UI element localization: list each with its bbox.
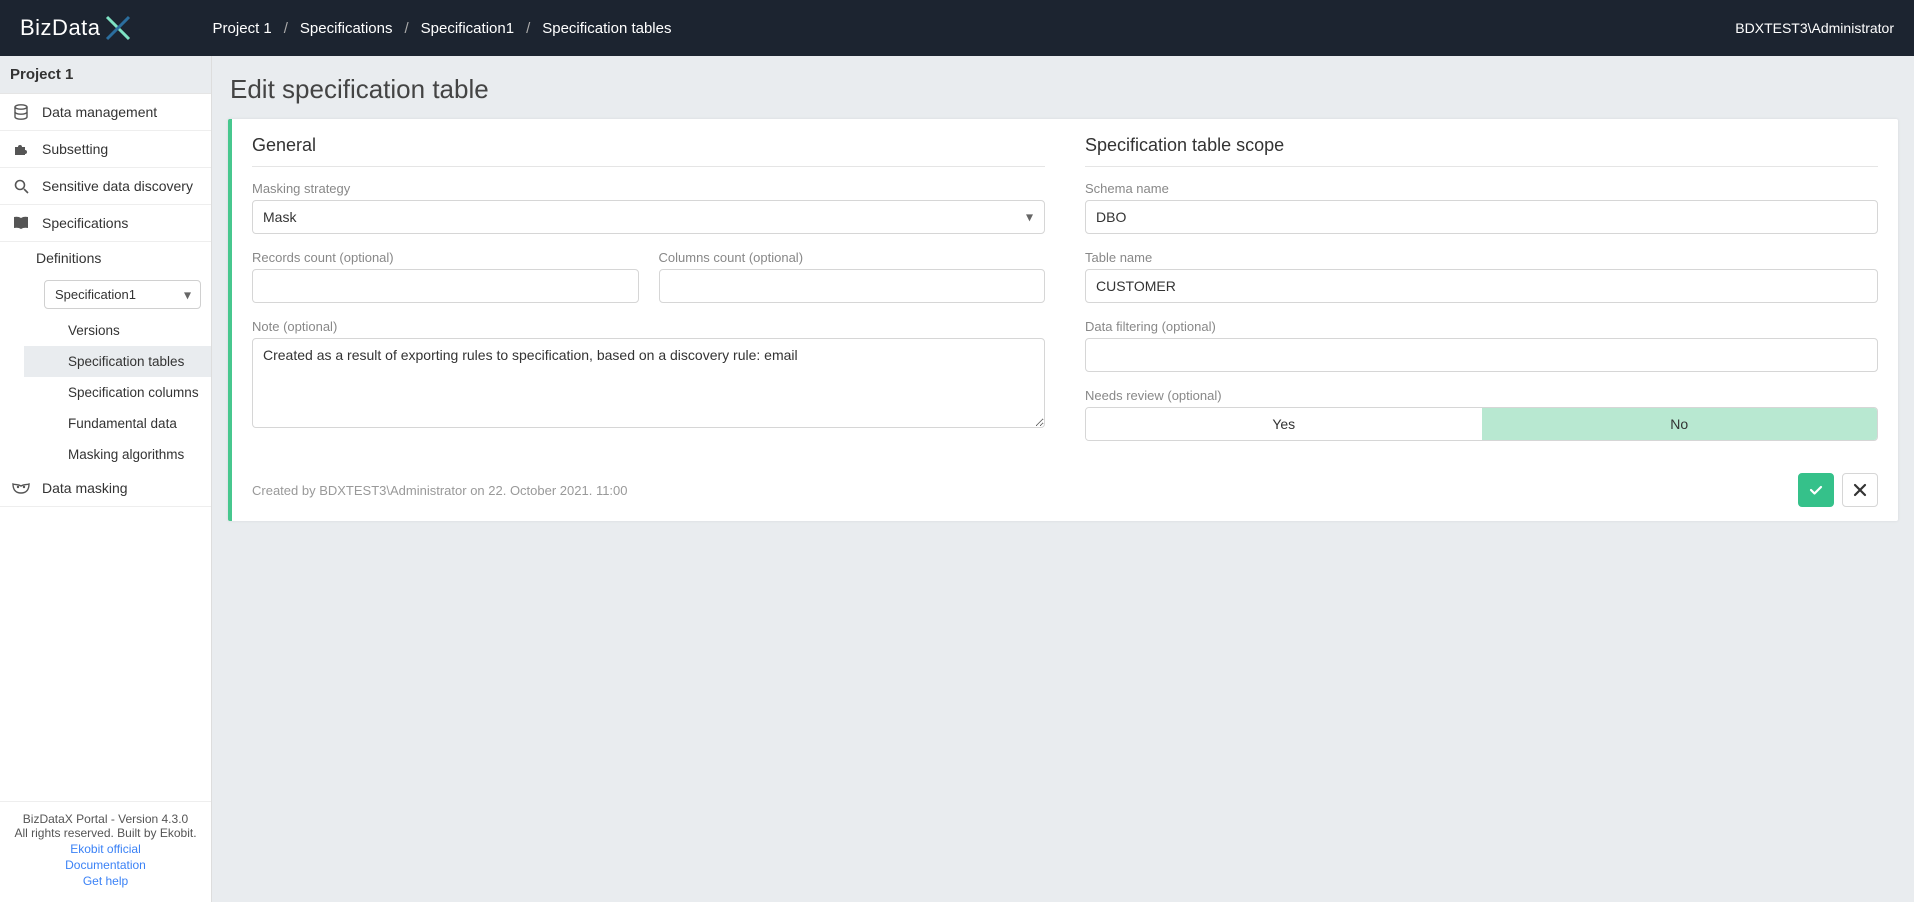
sidebar-item-label: Sensitive data discovery [42, 178, 193, 194]
sidebar-item-label: Subsetting [42, 141, 108, 157]
puzzle-icon [12, 141, 30, 157]
scope-heading: Specification table scope [1085, 135, 1878, 167]
created-meta: Created by BDXTEST3\Administrator on 22.… [252, 483, 1798, 498]
sidebar-item-masking-algos[interactable]: Masking algorithms [24, 439, 211, 470]
general-heading: General [252, 135, 1045, 167]
database-icon [12, 104, 30, 120]
close-icon [1853, 483, 1867, 497]
sidebar-project[interactable]: Project 1 [0, 56, 211, 94]
sidebar-item-subsetting[interactable]: Subsetting [0, 131, 211, 168]
sidebar-item-versions[interactable]: Versions [24, 315, 211, 346]
schema-name-input[interactable] [1085, 200, 1878, 234]
records-count-label: Records count (optional) [252, 250, 639, 265]
topbar: BizData Project 1 / Specifications / Spe… [0, 0, 1914, 56]
footer-link-help[interactable]: Get help [8, 874, 203, 888]
table-name-label: Table name [1085, 250, 1878, 265]
note-label: Note (optional) [252, 319, 1045, 334]
needs-review-toggle: Yes No [1085, 407, 1878, 441]
breadcrumb-item-1[interactable]: Specifications [300, 20, 393, 37]
sidebar-item-data-masking[interactable]: Data masking [0, 470, 211, 507]
note-input[interactable] [252, 338, 1045, 428]
masking-strategy-select[interactable]: Mask [252, 200, 1045, 234]
records-count-input[interactable] [252, 269, 639, 303]
sidebar-item-label: Data masking [42, 480, 128, 496]
sidebar-item-label: Versions [68, 323, 120, 338]
scope-section: Specification table scope Schema name Ta… [1085, 135, 1878, 457]
sidebar-footer: BizDataX Portal - Version 4.3.0 All righ… [0, 801, 211, 902]
sidebar-item-label: Specification columns [68, 385, 199, 400]
sidebar-item-label: Specifications [42, 215, 128, 231]
data-filtering-input[interactable] [1085, 338, 1878, 372]
needs-review-label: Needs review (optional) [1085, 388, 1878, 403]
logo-x-icon [103, 13, 133, 43]
sidebar-item-sensitive[interactable]: Sensitive data discovery [0, 168, 211, 205]
sidebar-item-label: Fundamental data [68, 416, 177, 431]
breadcrumb-item-0[interactable]: Project 1 [213, 20, 272, 37]
search-icon [12, 178, 30, 194]
mask-icon [12, 480, 30, 496]
table-name-input[interactable] [1085, 269, 1878, 303]
needs-review-no[interactable]: No [1482, 408, 1878, 440]
sidebar-item-label: Definitions [36, 250, 101, 266]
sidebar: Project 1 Data management Subsetting Sen… [0, 56, 212, 902]
data-filtering-label: Data filtering (optional) [1085, 319, 1878, 334]
sidebar-item-specifications[interactable]: Specifications [0, 205, 211, 242]
sidebar-item-label: Data management [42, 104, 157, 120]
schema-name-label: Schema name [1085, 181, 1878, 196]
footer-link-docs[interactable]: Documentation [8, 858, 203, 872]
cancel-button[interactable] [1842, 473, 1878, 507]
columns-count-label: Columns count (optional) [659, 250, 1046, 265]
sidebar-item-fundamental[interactable]: Fundamental data [24, 408, 211, 439]
breadcrumb-sep: / [284, 20, 288, 37]
chevron-down-icon: ▾ [184, 286, 191, 303]
footer-line1: BizDataX Portal - Version 4.3.0 [8, 812, 203, 826]
page-title: Edit specification table [230, 74, 1896, 105]
confirm-button[interactable] [1798, 473, 1834, 507]
breadcrumb-item-2[interactable]: Specification1 [421, 20, 514, 37]
sidebar-item-spec-tables[interactable]: Specification tables [24, 346, 211, 377]
sidebar-item-label: Specification tables [68, 354, 184, 369]
columns-count-input[interactable] [659, 269, 1046, 303]
breadcrumb: Project 1 / Specifications / Specificati… [213, 20, 1736, 37]
footer-link-ekobit[interactable]: Ekobit official [8, 842, 203, 856]
user-label[interactable]: BDXTEST3\Administrator [1735, 20, 1894, 36]
spec-select[interactable]: Specification1 ▾ [44, 280, 201, 309]
sidebar-item-definitions[interactable]: Definitions [24, 242, 211, 274]
check-icon [1808, 482, 1824, 498]
general-section: General Masking strategy Mask ▾ Records … [252, 135, 1045, 457]
breadcrumb-sep: / [404, 20, 408, 37]
breadcrumb-sep: / [526, 20, 530, 37]
sidebar-item-label: Masking algorithms [68, 447, 184, 462]
logo[interactable]: BizData [20, 13, 133, 43]
sidebar-item-spec-columns[interactable]: Specification columns [24, 377, 211, 408]
footer-line2: All rights reserved. Built by Ekobit. [8, 826, 203, 840]
sidebar-item-data-management[interactable]: Data management [0, 94, 211, 131]
spec-select-value: Specification1 [44, 280, 201, 309]
breadcrumb-item-3[interactable]: Specification tables [542, 20, 671, 37]
main: Edit specification table General Masking… [212, 56, 1914, 902]
needs-review-yes[interactable]: Yes [1086, 408, 1482, 440]
book-icon [12, 215, 30, 231]
masking-strategy-label: Masking strategy [252, 181, 1045, 196]
edit-card: General Masking strategy Mask ▾ Records … [228, 119, 1898, 521]
logo-text: BizData [20, 15, 101, 41]
